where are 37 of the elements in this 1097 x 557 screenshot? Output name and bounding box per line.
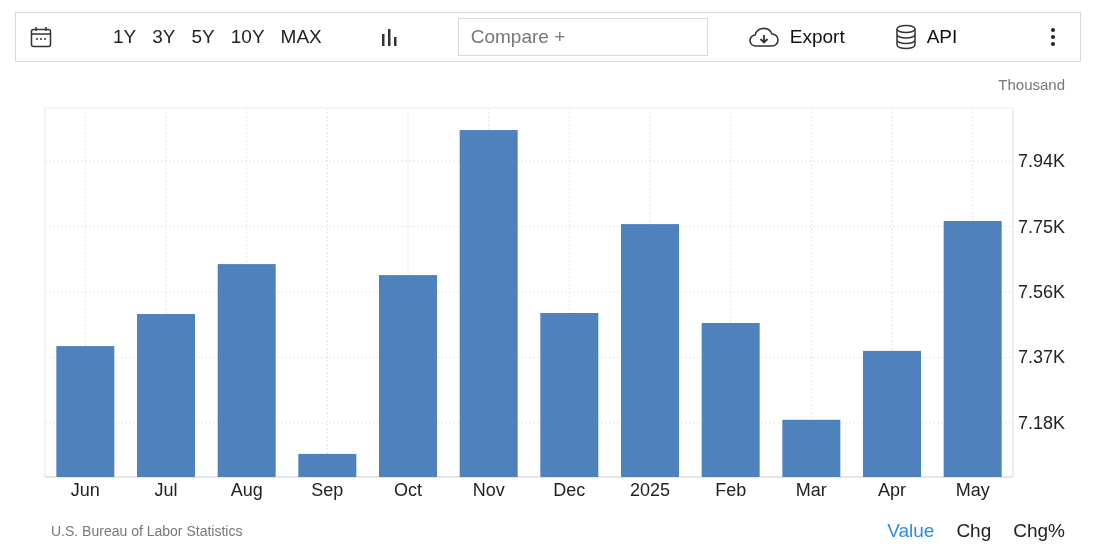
x-axis-label: Jun: [70, 480, 100, 500]
range-button[interactable]: 1Y: [107, 24, 143, 50]
x-axis-label: Sep: [311, 480, 344, 500]
bar: [298, 453, 357, 477]
compare-field[interactable]: Compare +: [457, 18, 708, 56]
x-axis-label: Oct: [394, 480, 422, 500]
database-icon: [894, 24, 917, 50]
range-button[interactable]: 5Y: [185, 24, 221, 50]
x-axis-label: Apr: [878, 480, 906, 500]
range-button[interactable]: MAX: [274, 24, 328, 50]
more-options-icon[interactable]: [1050, 27, 1056, 47]
x-axis-label: Nov: [472, 480, 505, 500]
export-button[interactable]: Export: [747, 26, 845, 48]
y-axis-label: 7.56K: [1018, 282, 1066, 302]
view-tab[interactable]: Value: [887, 520, 935, 542]
x-axis-label: Dec: [553, 480, 586, 500]
x-axis-label: Jul: [154, 480, 178, 500]
calendar-icon[interactable]: [30, 26, 52, 48]
y-axis-label: 7.18K: [1018, 412, 1066, 433]
bar: [782, 419, 841, 477]
x-axis-label: Aug: [230, 480, 263, 500]
y-axis-label: 7.75K: [1018, 216, 1066, 237]
bar-chart-icon[interactable]: [379, 28, 398, 46]
x-axis-label: 2025: [630, 480, 670, 500]
range-button[interactable]: 3Y: [146, 24, 182, 50]
x-axis-label: Feb: [715, 480, 747, 500]
y-axis-label: 7.94K: [1018, 151, 1066, 172]
unit-label: Thousand: [998, 76, 1065, 95]
y-axis-label: 7.37K: [1018, 347, 1066, 368]
api-button[interactable]: API: [894, 24, 958, 50]
view-tab[interactable]: Chg%: [1013, 520, 1065, 542]
view-tab[interactable]: Chg: [956, 520, 992, 542]
x-axis-label: Mar: [795, 480, 827, 500]
x-axis-label: May: [955, 480, 990, 500]
cloud-download-icon: [747, 26, 780, 48]
source-label: U.S. Bureau of Labor Statistics: [51, 523, 243, 539]
range-button[interactable]: 10Y: [224, 24, 271, 50]
